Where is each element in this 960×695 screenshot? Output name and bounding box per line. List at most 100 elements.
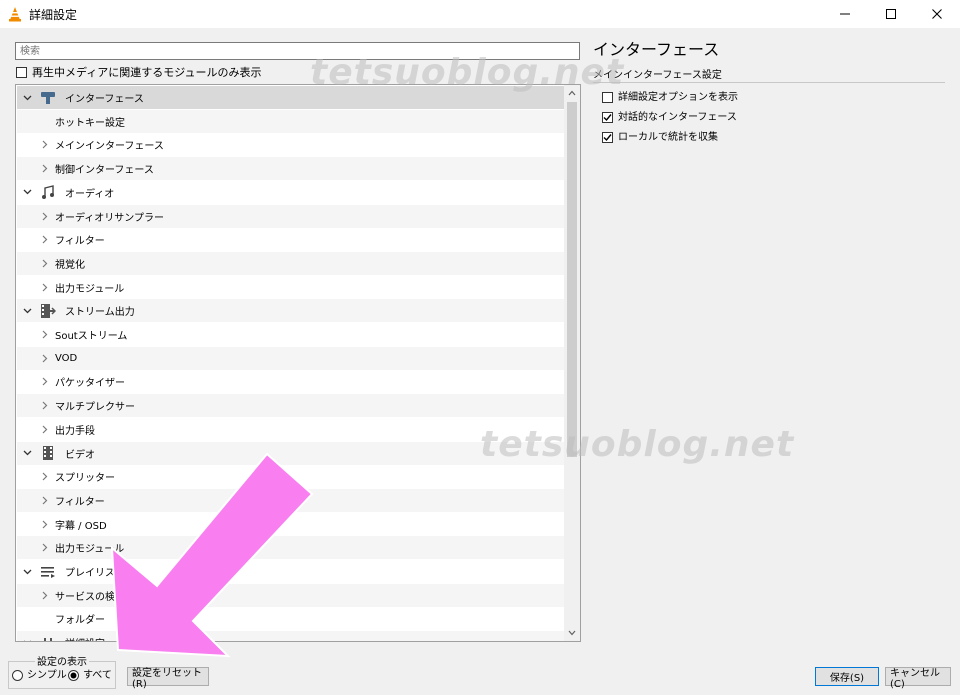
tree-item[interactable]: ホットキー設定 (17, 109, 564, 133)
tree-scrollbar[interactable] (564, 85, 580, 641)
watermark-middle: tetsuoblog.net (480, 424, 795, 465)
display-mode-title: 設定の表示 (35, 653, 89, 668)
tree-item[interactable]: 字幕 / OSD (17, 513, 564, 536)
chevron-right-icon[interactable] (40, 258, 50, 268)
chevron-right-icon[interactable] (40, 472, 50, 482)
watermark-top: tetsuoblog.net (310, 52, 625, 93)
chevron-down-icon[interactable] (22, 187, 32, 197)
close-icon (932, 9, 942, 19)
chevron-down-icon[interactable] (22, 93, 32, 103)
chevron-right-icon[interactable] (40, 282, 50, 292)
radio-simple-label: シンプル (27, 670, 67, 681)
checkbox-checked[interactable] (602, 112, 613, 123)
minimize-icon (840, 13, 850, 15)
radio-all-row[interactable]: すべて (68, 669, 112, 682)
checkbox-checked[interactable] (602, 132, 613, 143)
settings-tree[interactable]: 詳細設定 フォルダー サービスの検出 プレイリスト 出力モジュール字幕 / OSD フィル… (15, 84, 581, 642)
chevron-right-icon[interactable] (40, 495, 50, 505)
chevron-right-icon[interactable] (40, 377, 50, 387)
tree-item[interactable]: Soutストリーム (17, 323, 564, 346)
filter-checkbox-row[interactable]: 再生中メディアに関連するモジュールのみ表示 (16, 66, 261, 79)
tree-item[interactable]: フィルター (17, 228, 564, 251)
cancel-button[interactable]: キャンセル(C) (885, 667, 951, 690)
tree-item-label: フィルター (55, 236, 105, 248)
window-controls (822, 0, 960, 28)
video-icon (39, 444, 57, 462)
vlc-cone-icon (7, 6, 23, 22)
filter-label: 再生中メディアに関連するモジュールのみ表示 (32, 66, 262, 79)
radio-simple[interactable] (12, 670, 23, 681)
option-label: 詳細設定オプションを表示 (618, 92, 738, 103)
tree-item-label: プレイリスト (65, 568, 125, 579)
tree-item-label: 出力モジュール (55, 283, 125, 295)
tree-category[interactable]: ストリーム出力 (17, 299, 564, 323)
radio-all[interactable] (68, 670, 79, 681)
tree-item-label: マルチプレクサー (55, 402, 135, 414)
chevron-right-icon[interactable] (40, 164, 50, 174)
tree-item-label: 詳細設定 (65, 635, 105, 641)
tree-item[interactable]: サービスの検出 (17, 583, 564, 607)
tree-item-label: パケッタイザー (55, 378, 125, 390)
checkbox-unchecked[interactable] (602, 92, 613, 103)
tree-item[interactable]: メインインターフェース (17, 133, 564, 156)
radio-all-label: すべて (83, 670, 112, 681)
chevron-right-icon[interactable] (40, 211, 50, 221)
tree-item-label: メインインターフェース (55, 141, 164, 153)
chevron-down-icon[interactable] (22, 448, 32, 458)
tree-item[interactable]: フィルター (17, 488, 564, 512)
chevron-right-icon[interactable] (40, 235, 50, 245)
radio-simple-row[interactable]: シンプル (12, 669, 67, 682)
chevron-right-icon[interactable] (40, 590, 50, 600)
option-label: 対話的なインターフェース (618, 112, 737, 123)
tree-item-label: スプリッター (55, 473, 115, 485)
tree-item[interactable]: フォルダー (17, 607, 564, 630)
chevron-right-icon[interactable] (40, 543, 50, 553)
tree-item-label: フォルダー (55, 615, 105, 627)
minimize-button[interactable] (822, 0, 868, 28)
stream-output-icon (39, 302, 57, 320)
chevron-right-icon[interactable] (40, 401, 50, 411)
maximize-button[interactable] (868, 0, 914, 28)
tree-item[interactable]: 視覚化 (17, 251, 564, 275)
chevron-right-icon[interactable] (40, 424, 50, 434)
chevron-right-icon[interactable] (40, 519, 50, 529)
chevron-down-icon[interactable] (22, 567, 32, 577)
tree-item[interactable]: 出力モジュール (17, 276, 564, 299)
reset-settings-button[interactable]: 設定をリセット(R) (127, 667, 209, 690)
tree-item[interactable]: マルチプレクサー (17, 394, 564, 418)
scroll-thumb[interactable] (567, 102, 577, 457)
close-button[interactable] (914, 0, 960, 28)
interface-icon (39, 89, 57, 107)
tree-category[interactable]: 詳細設定 (17, 631, 564, 641)
window-title: 詳細設定 (29, 7, 78, 22)
tree-category[interactable]: オーディオ (17, 181, 564, 204)
tree-item-label: サービスの検出 (55, 591, 125, 603)
chevron-down-icon[interactable] (22, 306, 32, 316)
chevron-right-icon[interactable] (40, 353, 50, 363)
tree-item-label: 出力手段 (55, 425, 95, 437)
chevron-right-icon[interactable] (40, 140, 50, 150)
filter-checkbox[interactable] (16, 67, 27, 78)
tree-category[interactable]: プレイリスト (17, 560, 564, 583)
tree-item[interactable]: オーディオリサンプラー (17, 204, 564, 228)
tree-item-label: フィルター (55, 496, 105, 508)
tree-item[interactable]: 出力モジュール (17, 536, 564, 560)
panel-divider (593, 82, 945, 83)
tree-item-label: インターフェース (65, 94, 144, 105)
tree-item[interactable]: 制御インターフェース (17, 157, 564, 181)
option-row[interactable]: 対話的なインターフェース (602, 111, 737, 124)
tree-item[interactable]: VOD (17, 346, 564, 370)
tree-item[interactable]: パケッタイザー (17, 370, 564, 393)
option-row[interactable]: ローカルで統計を収集 (602, 131, 718, 144)
chevron-down-icon[interactable] (22, 638, 32, 641)
tree-item-label: ビデオ (65, 449, 95, 461)
scroll-down-icon[interactable] (564, 625, 580, 641)
tree-item-label: 出力モジュール (55, 544, 125, 556)
save-button[interactable]: 保存(S) (815, 667, 879, 686)
chevron-right-icon[interactable] (40, 330, 50, 340)
tree-item-label: 字幕 / OSD (55, 520, 107, 532)
tree-item-label: 視覚化 (55, 259, 85, 271)
tree-item[interactable]: スプリッター (17, 465, 564, 488)
maximize-icon (886, 9, 896, 19)
tree-item-label: Soutストリーム (55, 331, 128, 342)
